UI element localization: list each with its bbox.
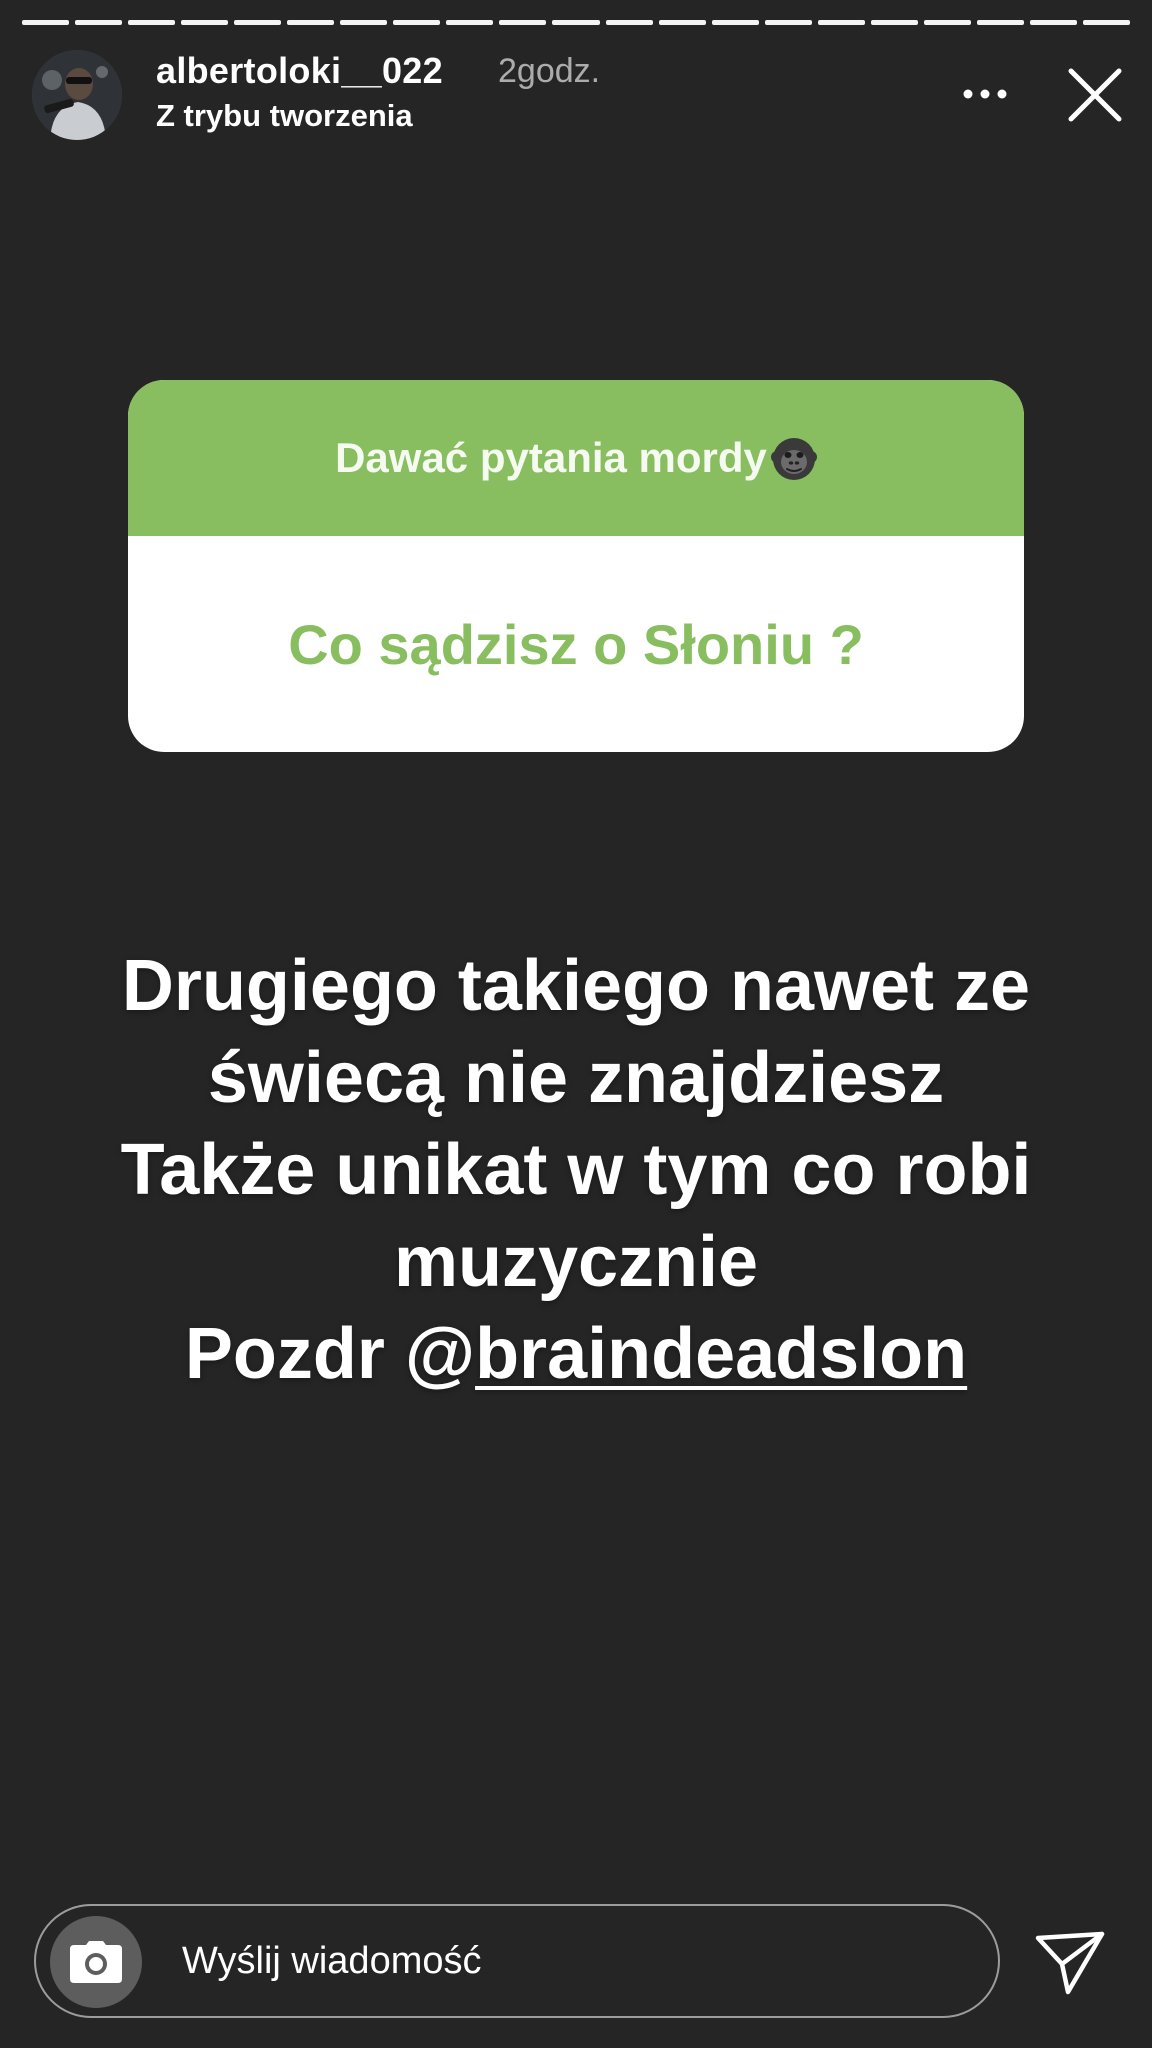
close-x-icon	[1068, 68, 1122, 122]
progress-segment	[658, 20, 706, 25]
progress-segment	[499, 20, 547, 25]
more-options-button[interactable]	[950, 72, 1020, 116]
send-paper-plane-icon	[1035, 1931, 1105, 1995]
progress-segment	[393, 20, 441, 25]
progress-segment	[75, 20, 123, 25]
caption-line-5: Pozdr @braindeadslon	[60, 1308, 1092, 1400]
question-sticker-header: Dawać pytania mordy	[128, 380, 1024, 536]
progress-segment	[605, 20, 653, 25]
progress-segment	[128, 20, 176, 25]
progress-segment	[181, 20, 229, 25]
send-button[interactable]	[1034, 1926, 1106, 1998]
story-time-ago: 2godz.	[498, 52, 601, 90]
camera-icon	[70, 1941, 122, 1983]
question-prompt: Dawać pytania mordy	[335, 434, 767, 481]
progress-segment	[1029, 20, 1077, 25]
gorilla-icon	[770, 438, 817, 480]
story-subtitle: Z trybu tworzenia	[156, 98, 413, 133]
question-text: Co sądzisz o Słoniu ?	[288, 612, 864, 676]
question-sticker-body: Co sądzisz o Słoniu ?	[128, 536, 1024, 752]
progress-segment	[1082, 20, 1130, 25]
caption-line-3: Także unikat w tym co robi	[120, 1130, 1032, 1210]
avatar-photo	[32, 50, 122, 140]
progress-segment	[976, 20, 1024, 25]
progress-segment	[234, 20, 282, 25]
progress-segment	[870, 20, 918, 25]
camera-button[interactable]	[50, 1916, 142, 2008]
progress-segment	[552, 20, 600, 25]
caption-line-2: świecą nie znajdziesz	[207, 1038, 945, 1118]
story-progress-bar	[22, 20, 1130, 25]
close-story-button[interactable]	[1066, 66, 1124, 124]
progress-segment	[340, 20, 388, 25]
progress-segment	[764, 20, 812, 25]
caption-line-1: Drugiego takiego nawet ze	[121, 946, 1031, 1026]
question-sticker[interactable]: Dawać pytania mordy Co sądzisz o Słoniu …	[128, 380, 1024, 752]
caption-line-4: muzycznie	[393, 1222, 759, 1302]
progress-segment	[711, 20, 759, 25]
mention-link[interactable]: braindeadslon	[475, 1314, 967, 1394]
story-username[interactable]: albertoloki__022	[156, 50, 443, 92]
more-horizontal-icon	[963, 89, 1007, 99]
progress-segment	[446, 20, 494, 25]
progress-segment	[287, 20, 335, 25]
progress-segment	[817, 20, 865, 25]
progress-segment	[923, 20, 971, 25]
profile-avatar[interactable]	[32, 50, 122, 140]
reply-bar[interactable]	[34, 1904, 1000, 2018]
caption-greeting: Pozdr @	[184, 1314, 476, 1394]
message-input[interactable]	[182, 1928, 962, 1994]
story-caption: Drugiego takiego nawet ze świecą nie zna…	[60, 940, 1092, 1400]
progress-segment	[22, 20, 70, 25]
